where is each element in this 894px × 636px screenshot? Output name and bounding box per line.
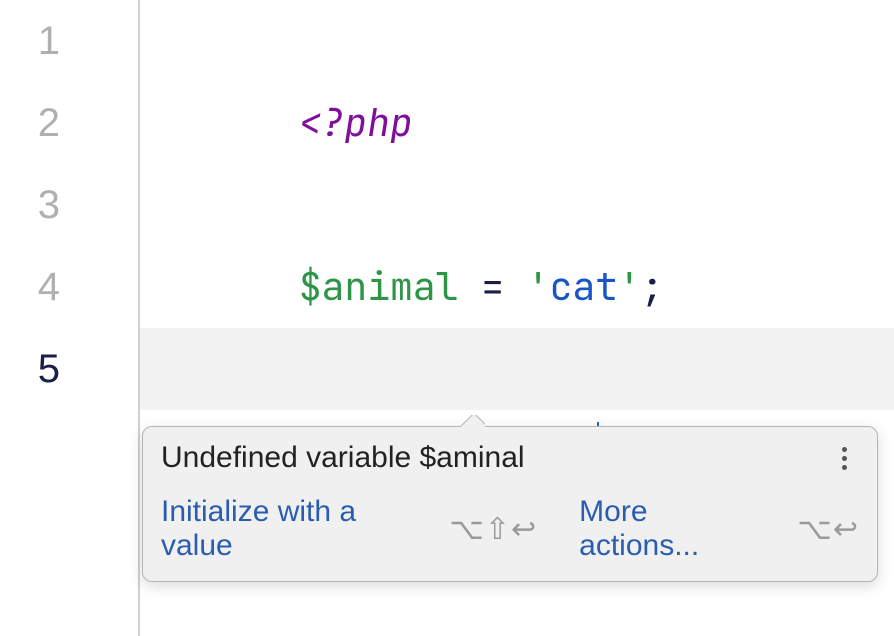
- tooltip-arrow-icon: [461, 415, 485, 427]
- initialize-action-link[interactable]: Initialize with a value: [161, 495, 407, 563]
- line-number[interactable]: 4: [0, 246, 60, 328]
- line-number[interactable]: 5: [0, 328, 60, 410]
- tooltip-message: Undefined variable $aminal: [161, 441, 525, 475]
- line-number[interactable]: 2: [0, 82, 60, 164]
- shortcut-hint: ⌥↩: [797, 512, 859, 547]
- code-line[interactable]: [140, 82, 894, 164]
- more-options-icon[interactable]: [829, 443, 859, 473]
- gutter: 1 2 3 4 5: [0, 0, 140, 636]
- more-actions-link[interactable]: More actions...: [579, 495, 755, 563]
- line-number[interactable]: 1: [0, 0, 60, 82]
- code-line[interactable]: <?php: [140, 0, 894, 82]
- shortcut-hint: ⌥⇧↩: [449, 512, 537, 547]
- inspection-tooltip: Undefined variable $aminal Initialize wi…: [142, 426, 878, 582]
- code-line-active[interactable]: echo $aminal;: [140, 328, 894, 410]
- line-number[interactable]: 3: [0, 164, 60, 246]
- code-line[interactable]: [140, 246, 894, 328]
- code-line[interactable]: $animal = 'cat';: [140, 164, 894, 246]
